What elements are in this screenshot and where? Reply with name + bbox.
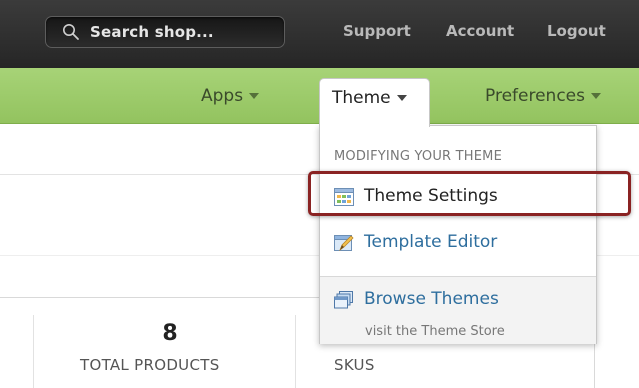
browse-themes-sublabel: visit the Theme Store: [365, 324, 505, 339]
nav-preferences-label: Preferences: [485, 86, 585, 106]
nav-theme-label: Theme: [332, 88, 391, 108]
chevron-down-icon: [249, 93, 260, 99]
nav-theme-tab[interactable]: Theme: [319, 78, 430, 127]
nav-apps-label: Apps: [201, 86, 244, 106]
nav-preferences[interactable]: Preferences: [485, 86, 601, 106]
support-link[interactable]: Support: [343, 22, 411, 40]
chevron-down-icon: [590, 93, 601, 99]
total-products-label: TOTAL PRODUCTS: [80, 356, 220, 374]
theme-dropdown-menu: MODIFYING YOUR THEME Theme Settings Temp…: [319, 125, 597, 344]
nav-apps[interactable]: Apps: [201, 86, 260, 106]
menu-item-label: Browse Themes: [364, 289, 499, 309]
grid-icon: [334, 188, 354, 206]
edit-icon: [334, 235, 354, 252]
themes-icon: [334, 291, 353, 309]
logout-link[interactable]: Logout: [547, 22, 606, 40]
stats-divider: [295, 315, 296, 388]
search-icon: [63, 24, 79, 40]
total-products-value: 8: [162, 321, 178, 346]
stats-divider: [33, 315, 34, 388]
top-bar: Search shop... Support Account Logout: [0, 0, 639, 68]
dropdown-divider: [320, 173, 596, 174]
skus-label: SKUS: [334, 356, 375, 374]
dropdown-heading: MODIFYING YOUR THEME: [334, 149, 502, 164]
account-link[interactable]: Account: [446, 22, 514, 40]
search-input[interactable]: Search shop...: [45, 16, 285, 48]
chevron-down-icon: [396, 95, 407, 101]
menu-item-label: Theme Settings: [364, 186, 498, 206]
menu-item-label: Template Editor: [364, 232, 498, 252]
search-placeholder: Search shop...: [90, 23, 214, 41]
